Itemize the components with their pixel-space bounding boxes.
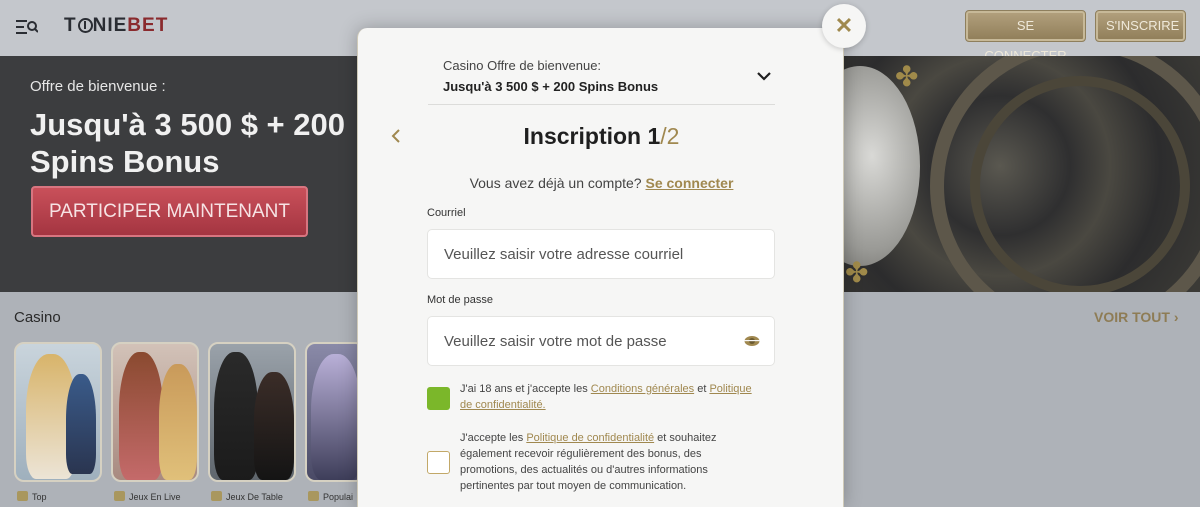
offer-summary[interactable]: Jusqu'à 3 500 $ + 200 Spins Bonus — [443, 79, 658, 94]
eye-icon[interactable] — [744, 334, 760, 348]
email-label: Courriel — [427, 207, 466, 219]
game-card[interactable] — [208, 342, 296, 482]
hero-kicker: Offre de bienvenue : — [30, 78, 166, 95]
signup-button[interactable]: S'INSCRIRE — [1095, 10, 1186, 42]
logo-o-icon — [77, 18, 93, 33]
category-top[interactable]: Top — [17, 491, 47, 502]
clover-icon: ✤ — [895, 61, 919, 92]
see-all-link[interactable]: VOIR TOUT › — [1094, 309, 1179, 325]
game-card[interactable] — [14, 342, 102, 482]
game-card[interactable] — [305, 342, 365, 482]
password-field-wrapper — [427, 316, 775, 366]
email-field-wrapper — [427, 229, 775, 279]
site-logo[interactable]: T NIEBET — [64, 15, 168, 37]
hero-artwork: ✤ ✤ — [800, 56, 1200, 292]
category-table-games[interactable]: Jeux De Table — [211, 491, 283, 502]
terms-link[interactable]: Conditions générales — [591, 383, 694, 395]
close-icon: ✕ — [834, 13, 854, 38]
terms-consent-text: J'ai 18 ans et j'accepte les Conditions … — [460, 383, 752, 411]
privacy-link[interactable]: Politique de confidentialité — [526, 432, 654, 444]
live-cards-icon — [114, 491, 125, 501]
category-popular[interactable]: Populai — [308, 491, 353, 502]
login-button[interactable]: SE CONNECTER — [965, 10, 1086, 63]
hero-title: Jusqu'à 3 500 $ + 200 Spins Bonus — [30, 107, 345, 179]
password-label: Mot de passe — [427, 294, 494, 306]
close-button[interactable]: ✕ — [822, 4, 866, 48]
category-live-games[interactable]: Jeux En Live — [114, 491, 181, 502]
game-card[interactable] — [111, 342, 199, 482]
have-account-line: Vous avez déjà un compte? Se connecter — [469, 175, 734, 191]
password-field[interactable] — [428, 317, 774, 365]
menu-search-icon[interactable] — [16, 18, 38, 36]
login-link[interactable]: Se connecter — [645, 175, 733, 191]
signup-modal: Casino Offre de bienvenue: Jusqu'à 3 500… — [357, 28, 844, 507]
trophy-icon — [308, 491, 319, 501]
chevron-down-icon[interactable] — [756, 68, 772, 84]
divider — [428, 104, 775, 105]
terms-checkbox[interactable] — [427, 387, 450, 410]
offer-kicker: Casino Offre de bienvenue: — [443, 58, 602, 73]
casino-section-title: Casino — [14, 309, 61, 326]
email-field[interactable] — [428, 230, 774, 278]
marketing-checkbox[interactable] — [427, 451, 450, 474]
chips-icon — [211, 491, 222, 501]
clover-icon: ✤ — [845, 257, 869, 288]
page-title: Inscription 1/2 — [523, 123, 680, 149]
marketing-consent-text: J'accepte les Politique de confidentiali… — [460, 432, 717, 492]
crown-icon — [17, 491, 28, 501]
participate-now-button[interactable]: PARTICIPER MAINTENANT — [31, 186, 308, 237]
